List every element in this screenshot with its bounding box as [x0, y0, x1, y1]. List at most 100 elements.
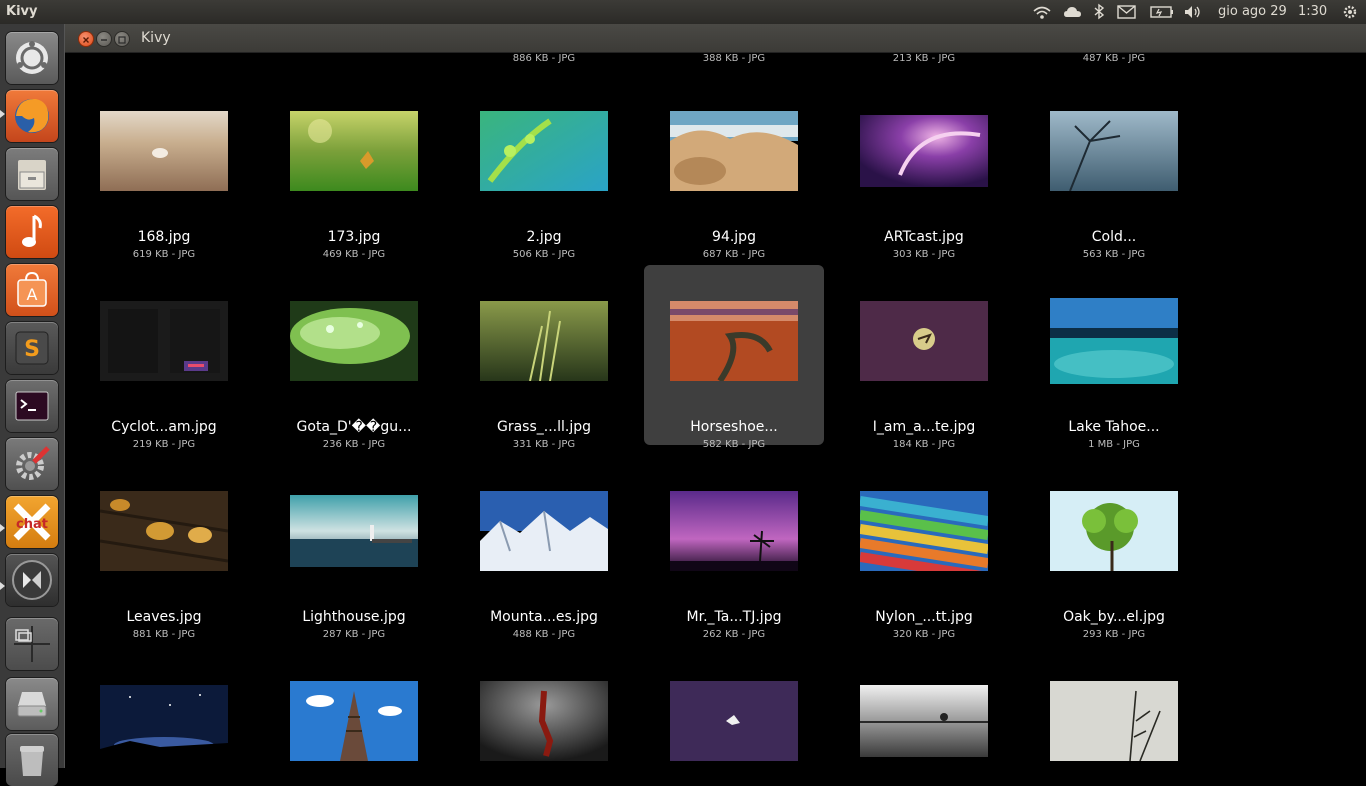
- file-tile[interactable]: Lake Tahoe... 1 MB - JPG: [1024, 265, 1204, 450]
- system-settings-icon[interactable]: [6, 438, 58, 490]
- image-thumbnail: [290, 495, 418, 567]
- file-meta: 213 KB - JPG: [892, 53, 956, 64]
- file-tile[interactable]: Leaves.jpg 881 KB - JPG: [74, 455, 254, 640]
- window-title: Kivy: [141, 30, 171, 46]
- image-thumbnail: [100, 111, 228, 191]
- file-tile[interactable]: Cyclot...am.jpg 219 KB - JPG: [74, 265, 254, 450]
- software-center-icon[interactable]: A: [6, 264, 58, 316]
- file-name: Grass_...ll.jpg: [496, 419, 591, 435]
- kivy-icon[interactable]: [6, 554, 58, 606]
- music-player-icon[interactable]: [6, 206, 58, 258]
- file-tile[interactable]: 168.jpg 619 KB - JPG: [74, 75, 254, 260]
- svg-text:S: S: [24, 337, 40, 362]
- close-window-button[interactable]: [78, 31, 94, 47]
- file-meta: 1 MB - JPG: [1088, 439, 1140, 450]
- active-app-name: Kivy: [6, 4, 38, 19]
- disk-drive-icon[interactable]: [6, 678, 58, 730]
- sublime-text-icon[interactable]: S: [6, 322, 58, 374]
- file-tile[interactable]: Oak_by...el.jpg 293 KB - JPG: [1024, 455, 1204, 640]
- file-meta: 293 KB - JPG: [1082, 629, 1146, 640]
- file-name: Horseshoe...: [690, 419, 778, 435]
- image-thumbnail: [100, 491, 228, 571]
- file-meta: 331 KB - JPG: [512, 439, 576, 450]
- image-thumbnail: [100, 301, 228, 381]
- file-meta: 262 KB - JPG: [702, 629, 766, 640]
- file-name: Oak_by...el.jpg: [1063, 609, 1165, 625]
- image-thumbnail: [1050, 491, 1178, 571]
- file-meta: 219 KB - JPG: [132, 439, 196, 450]
- file-name: 173.jpg: [327, 229, 381, 245]
- file-meta: 184 KB - JPG: [892, 439, 956, 450]
- image-thumbnail: [1050, 681, 1178, 761]
- maximize-icon: [118, 36, 126, 44]
- trash-icon[interactable]: [6, 734, 58, 786]
- file-tile[interactable]: [1024, 645, 1204, 768]
- minimize-window-button[interactable]: [96, 31, 112, 47]
- image-thumbnail: [860, 491, 988, 571]
- file-grid[interactable]: 886 KB - JPG 388 KB - JPG 213 KB - JPG 4…: [65, 53, 1366, 768]
- volume-icon[interactable]: [1182, 3, 1204, 21]
- file-name: Mr._Ta...TJ.jpg: [686, 609, 782, 625]
- file-name: Cold...: [1091, 229, 1137, 245]
- file-tile[interactable]: Lighthouse.jpg 287 KB - JPG: [264, 455, 444, 640]
- ubuntu-logo-icon[interactable]: [6, 32, 58, 84]
- image-thumbnail: [290, 111, 418, 191]
- file-meta: 582 KB - JPG: [702, 439, 766, 450]
- file-tile[interactable]: [74, 645, 254, 768]
- file-name: Mounta...es.jpg: [490, 609, 598, 625]
- firefox-icon[interactable]: [6, 90, 58, 142]
- file-name: 2.jpg: [526, 229, 562, 245]
- file-name: Leaves.jpg: [126, 609, 202, 625]
- image-thumbnail: [670, 491, 798, 571]
- image-thumbnail: [480, 111, 608, 191]
- file-tile[interactable]: [264, 645, 444, 768]
- chat-app-icon[interactable]: chat: [6, 496, 58, 548]
- maximize-window-button[interactable]: [114, 31, 130, 47]
- file-tile[interactable]: I_am_a...te.jpg 184 KB - JPG: [834, 265, 1014, 450]
- terminal-icon[interactable]: [6, 380, 58, 432]
- file-manager-icon[interactable]: [6, 148, 58, 200]
- file-name: ARTcast.jpg: [884, 229, 964, 245]
- file-tile-selected[interactable]: Horseshoe... 582 KB - JPG: [644, 265, 824, 450]
- file-tile[interactable]: 2.jpg 506 KB - JPG: [454, 75, 634, 260]
- file-tile[interactable]: [834, 645, 1014, 768]
- image-thumbnail: [480, 491, 608, 571]
- file-tile[interactable]: [454, 645, 634, 768]
- file-meta: 881 KB - JPG: [132, 629, 196, 640]
- file-meta: 469 KB - JPG: [322, 249, 386, 260]
- image-thumbnail: [290, 681, 418, 761]
- file-tile[interactable]: [644, 645, 824, 768]
- file-tile[interactable]: Gota_D'��gu... 236 KB - JPG: [264, 265, 444, 450]
- file-tile[interactable]: Mounta...es.jpg 488 KB - JPG: [454, 455, 634, 640]
- bluetooth-icon[interactable]: [1088, 3, 1110, 21]
- close-icon: [83, 37, 89, 43]
- file-name: 94.jpg: [712, 229, 756, 245]
- file-name: Nylon_...tt.jpg: [875, 609, 973, 625]
- file-tile[interactable]: Grass_...ll.jpg 331 KB - JPG: [454, 265, 634, 450]
- file-meta: 303 KB - JPG: [892, 249, 956, 260]
- image-thumbnail: [1050, 111, 1178, 191]
- clock[interactable]: 1:30: [1298, 4, 1327, 19]
- file-tile[interactable]: ARTcast.jpg 303 KB - JPG: [834, 75, 1014, 260]
- image-thumbnail: [480, 681, 608, 761]
- image-thumbnail: [670, 301, 798, 381]
- file-meta: 506 KB - JPG: [512, 249, 576, 260]
- cloud-icon[interactable]: [1062, 3, 1084, 21]
- file-tile[interactable]: Nylon_...tt.jpg 320 KB - JPG: [834, 455, 1014, 640]
- mail-icon[interactable]: [1116, 3, 1138, 21]
- top-panel: Kivy gio ago 29 1:30: [0, 0, 1366, 24]
- file-tile[interactable]: 173.jpg 469 KB - JPG: [264, 75, 444, 260]
- date-display[interactable]: gio ago 29: [1218, 4, 1287, 19]
- file-tile[interactable]: Cold... 563 KB - JPG: [1024, 75, 1204, 260]
- window-titlebar[interactable]: Kivy: [65, 24, 1366, 53]
- battery-icon[interactable]: [1149, 3, 1175, 21]
- file-tile[interactable]: Mr._Ta...TJ.jpg 262 KB - JPG: [644, 455, 824, 640]
- workspace-switcher-icon[interactable]: [6, 618, 58, 670]
- wifi-icon[interactable]: [1031, 3, 1053, 21]
- file-tile[interactable]: 94.jpg 687 KB - JPG: [644, 75, 824, 260]
- svg-text:A: A: [27, 285, 38, 304]
- image-thumbnail: [860, 301, 988, 381]
- gear-icon[interactable]: [1339, 3, 1361, 21]
- file-meta: 488 KB - JPG: [512, 629, 576, 640]
- file-name: Cyclot...am.jpg: [111, 419, 217, 435]
